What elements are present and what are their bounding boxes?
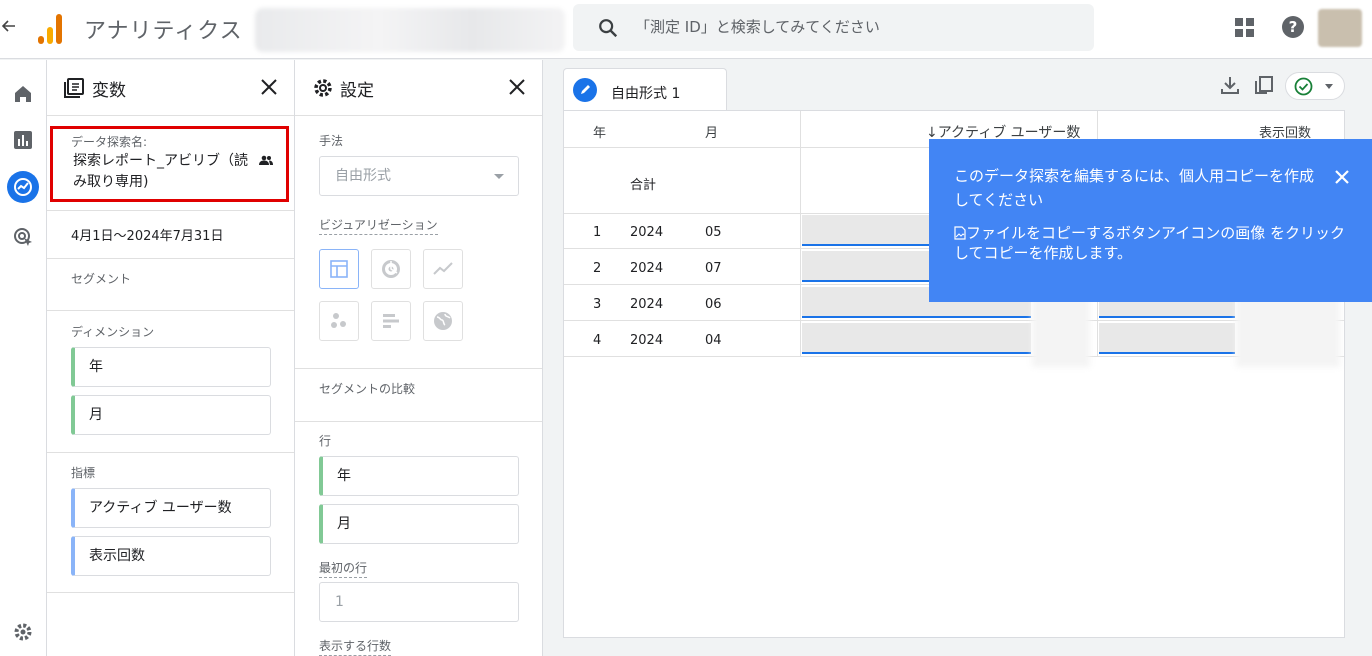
cell-year[interactable]: 2024	[630, 333, 663, 348]
cell-month[interactable]: 04	[705, 333, 722, 348]
rows-label: 行	[319, 434, 332, 448]
search-icon	[599, 19, 618, 38]
copy-icon[interactable]	[1253, 74, 1275, 96]
cell-views-bar[interactable]	[1099, 323, 1235, 354]
close-icon[interactable]	[1331, 166, 1353, 188]
tab-label: 自由形式 1	[611, 86, 681, 102]
visualization-label: ビジュアリゼーション	[319, 216, 438, 235]
app-title[interactable]: アナリティクス	[84, 13, 243, 45]
scatter-chart-icon[interactable]	[319, 301, 359, 341]
avatar[interactable]	[1318, 9, 1362, 47]
variables-title: 変数	[92, 81, 126, 101]
redacted-value	[1032, 291, 1090, 367]
close-icon[interactable]	[258, 76, 280, 98]
cell-active-users-bar[interactable]	[802, 323, 1031, 354]
tooltip-instruction: ファイルをコピーするボタンアイコンの画像 をクリックしてコピーを作成します。	[954, 223, 1359, 263]
dropdown-caret-icon	[1325, 84, 1333, 89]
date-range[interactable]: 4月1日～2024年7月31日	[71, 225, 223, 244]
dimensions-label: ディメンション	[71, 325, 155, 339]
exploration-name-line2[interactable]: み取り専用)	[73, 171, 148, 191]
geo-map-icon[interactable]	[423, 301, 463, 341]
advertising-icon[interactable]	[7, 221, 39, 253]
cell-month[interactable]: 06	[705, 297, 722, 312]
exploration-name-line1[interactable]: 探索レポート_アビリブ（読	[73, 150, 248, 170]
back-arrow-icon[interactable]	[0, 14, 18, 42]
search-bar[interactable]	[573, 4, 1094, 51]
technique-value: 自由形式	[335, 168, 391, 184]
metric-chip-active-users[interactable]: アクティブ ユーザー数	[71, 488, 271, 528]
settings-panel: 設定 手法 自由形式 ビジュアリゼーション セグメントの比較 行 年 月 最初の…	[295, 60, 543, 656]
settings-panel-header: 設定	[295, 60, 542, 116]
tab-freeform-1[interactable]: 自由形式 1	[563, 68, 727, 112]
cell-year[interactable]: 2024	[630, 297, 663, 312]
cell-month[interactable]: 07	[705, 261, 722, 276]
bar-chart-icon[interactable]	[371, 301, 411, 341]
variables-panel: 変数 データ探索名: 探索レポート_アビリブ（読 み取り専用) 4月1日～202…	[47, 60, 295, 656]
technique-select[interactable]: 自由形式	[319, 156, 519, 196]
row-index: 4	[593, 333, 602, 348]
rows-to-show-label: 表示する行数	[319, 637, 392, 656]
first-row-input[interactable]: 1	[319, 582, 519, 622]
close-icon[interactable]	[506, 76, 528, 98]
col-header-year[interactable]: 年	[593, 122, 606, 141]
row-chip-month[interactable]: 月	[319, 504, 519, 544]
table-viz-icon[interactable]	[319, 249, 359, 289]
cell-year[interactable]: 2024	[630, 261, 663, 276]
row-index: 3	[593, 297, 602, 312]
explore-icon[interactable]	[7, 171, 39, 203]
download-icon[interactable]	[1219, 74, 1241, 96]
check-circle-icon	[1294, 77, 1313, 96]
row-index: 2	[593, 261, 602, 276]
tooltip-instruction-text: ファイルをコピーするボタンアイコンの画像 をクリックしてコピーを作成します。	[954, 224, 1346, 262]
analytics-logo-icon[interactable]	[38, 14, 64, 44]
row-chip-year[interactable]: 年	[319, 456, 519, 496]
redacted-value	[1236, 291, 1340, 367]
broken-image-icon	[954, 226, 966, 240]
help-icon[interactable]: ?	[1282, 16, 1304, 38]
cell-year[interactable]: 2024	[630, 225, 663, 240]
tooltip-message: このデータ探索を編集するには、個人用コピーを作成してください	[954, 167, 1315, 209]
account-selector[interactable]	[255, 8, 565, 52]
apps-grid-icon[interactable]	[1235, 18, 1255, 38]
reports-icon[interactable]	[7, 124, 39, 156]
share-status-dropdown[interactable]	[1285, 72, 1345, 100]
copy-required-tooltip: このデータ探索を編集するには、個人用コピーを作成してください ファイルをコピーす…	[929, 139, 1372, 302]
segments-label: セグメント	[71, 272, 132, 286]
shared-people-icon	[259, 155, 273, 165]
metrics-label: 指標	[71, 466, 96, 480]
line-chart-icon[interactable]	[423, 249, 463, 289]
row-index: 1	[593, 225, 602, 240]
donut-chart-icon[interactable]	[371, 249, 411, 289]
col-header-month[interactable]: 月	[705, 122, 718, 141]
variables-panel-header: 変数	[47, 60, 294, 116]
metric-chip-views[interactable]: 表示回数	[71, 536, 271, 576]
dimension-chip-year[interactable]: 年	[71, 347, 271, 387]
total-row-label: 合計	[630, 178, 657, 193]
cell-month[interactable]: 05	[705, 225, 722, 240]
dropdown-caret-icon	[494, 174, 504, 179]
search-input[interactable]	[635, 14, 1075, 40]
variables-icon	[64, 78, 84, 98]
settings-title: 設定	[340, 81, 374, 101]
admin-gear-icon[interactable]	[7, 616, 39, 648]
left-nav-rail	[0, 60, 47, 656]
pencil-edit-icon[interactable]	[573, 78, 597, 102]
exploration-name-label: データ探索名:	[71, 135, 148, 149]
gear-icon	[314, 79, 332, 97]
top-app-bar: アナリティクス ?	[0, 0, 1372, 59]
first-row-label: 最初の行	[319, 559, 368, 578]
home-icon[interactable]	[7, 78, 39, 110]
dimension-chip-month[interactable]: 月	[71, 395, 271, 435]
technique-label: 手法	[319, 134, 344, 148]
segment-comparison-label: セグメントの比較	[319, 382, 416, 396]
